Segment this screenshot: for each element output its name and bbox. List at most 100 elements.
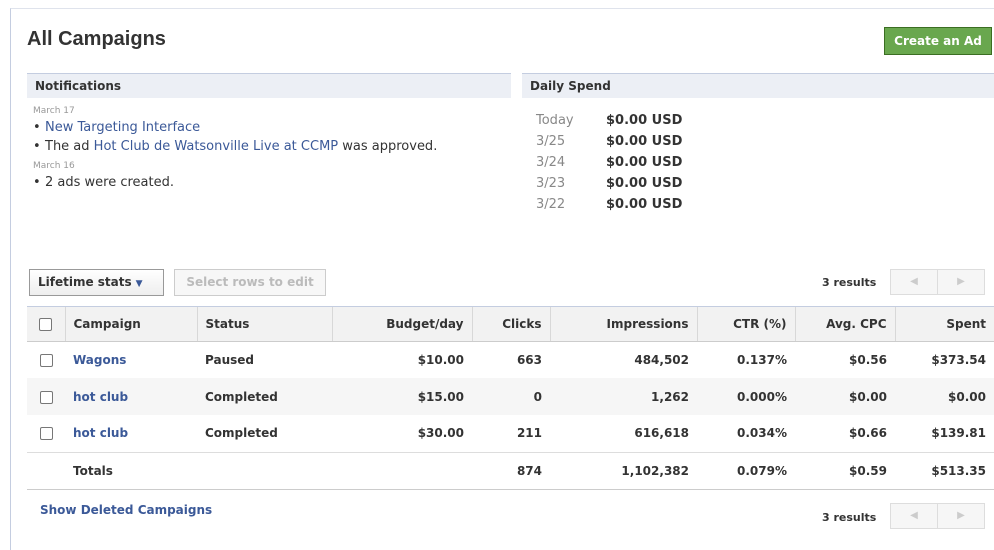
column-header-status[interactable]: Status: [197, 307, 333, 342]
column-header-spent[interactable]: Spent: [895, 307, 994, 342]
budget-cell: $10.00: [417, 352, 464, 367]
impressions-cell: 616,618: [634, 426, 689, 441]
impressions-cell: 1,262: [550, 378, 697, 415]
spent-cell: $0.00: [895, 378, 994, 415]
create-ad-button[interactable]: Create an Ad: [884, 27, 992, 55]
column-header-clicks[interactable]: Clicks: [472, 307, 551, 342]
spend-amount: $0.00 USD: [606, 155, 683, 170]
notification-date: March 16: [33, 161, 75, 171]
previous-page-icon[interactable]: ◀: [891, 270, 937, 294]
budget-cell: $30.00: [417, 426, 464, 441]
ad-link[interactable]: Hot Club de Watsonville Live at CCMP: [94, 139, 338, 154]
totals-budget-empty: [332, 451, 472, 490]
ctr-cell: 0.137%: [737, 352, 787, 367]
select-rows-to-edit-button: Select rows to edit: [174, 269, 326, 296]
spend-day: 3/23: [536, 176, 566, 191]
row-checkbox[interactable]: [39, 427, 53, 441]
column-header-impressions[interactable]: Impressions: [550, 307, 698, 342]
campaign-link[interactable]: hot club: [73, 426, 128, 440]
notification-text: 2 ads were created.: [45, 175, 174, 190]
previous-page-icon[interactable]: ◀: [891, 504, 937, 528]
spend-row: 3/24 $0.00 USD: [536, 152, 682, 173]
spent-cell: $373.54: [931, 352, 986, 367]
spend-amount: $0.00 USD: [606, 113, 683, 128]
notification-item: The ad Hot Club de Watsonville Live at C…: [33, 137, 513, 156]
lifetime-stats-dropdown[interactable]: Lifetime stats ▼: [29, 269, 164, 296]
spend-day: 3/22: [536, 197, 566, 212]
notification-item: New Targeting Interface: [33, 118, 513, 137]
spend-row: 3/25 $0.00 USD: [536, 131, 682, 152]
clicks-cell: 211: [516, 426, 542, 441]
spend-day: Today: [536, 113, 574, 128]
table-row: hot club Completed $15.00 0 1,262 0.000%…: [27, 378, 994, 415]
table-toolbar: Lifetime stats ▼ Select rows to edit 3 re…: [27, 268, 994, 298]
pager-bottom: ◀ ▶: [890, 503, 985, 529]
select-all-cell: [27, 307, 66, 342]
notification-prefix: The ad: [45, 139, 94, 154]
next-page-icon[interactable]: ▶: [937, 270, 984, 294]
campaign-cell: hot club: [65, 415, 197, 452]
status-cell: Paused: [205, 352, 254, 367]
clicks-cell: 0: [472, 378, 550, 415]
spend-row: 3/23 $0.00 USD: [536, 173, 682, 194]
column-header-avg-cpc[interactable]: Avg. CPC: [795, 307, 896, 342]
avg-cpc-cell: $0.56: [849, 352, 887, 367]
totals-status-empty: [197, 451, 332, 490]
avg-cpc-cell: $0.00: [795, 378, 895, 415]
table-row: Wagons Paused $10.00 663 484,502 0.137% …: [27, 341, 994, 378]
results-count-top: 3 results: [822, 276, 877, 289]
page-title: All Campaigns: [27, 28, 166, 50]
row-select-cell: [27, 341, 65, 378]
ctr-cell: 0.034%: [737, 426, 787, 441]
notification-item: 2 ads were created.: [33, 173, 513, 192]
totals-label: Totals: [65, 451, 197, 490]
spend-day: 3/24: [536, 155, 566, 170]
chevron-down-icon: ▼: [135, 279, 143, 289]
campaign-cell: Wagons: [65, 341, 197, 378]
campaigns-table: Campaign Status Budget/day Clicks Impres…: [27, 306, 994, 490]
budget-cell: $15.00: [332, 378, 472, 415]
totals-row: Totals 874 1,102,382 0.079% $0.59 $513.3…: [27, 451, 994, 490]
campaign-link[interactable]: Wagons: [73, 353, 126, 367]
avg-cpc-cell: $0.66: [849, 426, 887, 441]
totals-avg-cpc: $0.59: [795, 451, 895, 490]
campaign-cell: hot club: [65, 378, 197, 415]
new-targeting-interface-link[interactable]: New Targeting Interface: [45, 120, 200, 135]
totals-spent: $513.35: [895, 451, 994, 490]
clicks-cell: 663: [516, 352, 542, 367]
totals-ctr: 0.079%: [697, 451, 795, 490]
notification-group: March 16 2 ads were created.: [33, 161, 513, 192]
column-header-budget[interactable]: Budget/day: [332, 307, 473, 342]
spend-row: Today $0.00 USD: [536, 110, 682, 131]
notification-suffix: was approved.: [338, 139, 438, 154]
spent-cell: $139.81: [931, 426, 986, 441]
spend-row: 3/22 $0.00 USD: [536, 194, 682, 215]
column-header-ctr[interactable]: CTR (%): [697, 307, 796, 342]
totals-clicks: 874: [472, 451, 550, 490]
spend-amount: $0.00 USD: [606, 197, 683, 212]
spend-day: 3/25: [536, 134, 566, 149]
spend-amount: $0.00 USD: [606, 134, 683, 149]
status-cell: Completed: [205, 426, 278, 441]
show-deleted-campaigns-link[interactable]: Show Deleted Campaigns: [40, 503, 212, 517]
campaign-link[interactable]: hot club: [73, 390, 128, 404]
daily-spend-header: Daily Spend: [522, 73, 994, 98]
row-checkbox[interactable]: [39, 390, 53, 404]
notification-group: March 17 New Targeting Interface The ad …: [33, 106, 513, 156]
lifetime-stats-label: Lifetime stats: [38, 275, 132, 289]
daily-spend-list: Today $0.00 USD 3/25 $0.00 USD 3/24 $0.0…: [536, 110, 682, 215]
next-page-icon[interactable]: ▶: [937, 504, 984, 528]
row-select-cell: [27, 415, 65, 452]
notifications-header: Notifications: [27, 73, 511, 98]
impressions-cell: 484,502: [634, 352, 689, 367]
notification-date: March 17: [33, 106, 75, 116]
totals-impressions: 1,102,382: [550, 451, 697, 490]
totals-spacer: [27, 451, 65, 490]
column-header-campaign[interactable]: Campaign: [65, 307, 198, 342]
row-checkbox[interactable]: [39, 353, 53, 367]
ctr-cell: 0.000%: [697, 378, 795, 415]
table-row: hot club Completed $30.00 211 616,618 0.…: [27, 415, 994, 452]
select-all-checkbox[interactable]: [39, 317, 53, 331]
pager-top: ◀ ▶: [890, 269, 985, 295]
results-count-bottom: 3 results: [822, 511, 877, 524]
